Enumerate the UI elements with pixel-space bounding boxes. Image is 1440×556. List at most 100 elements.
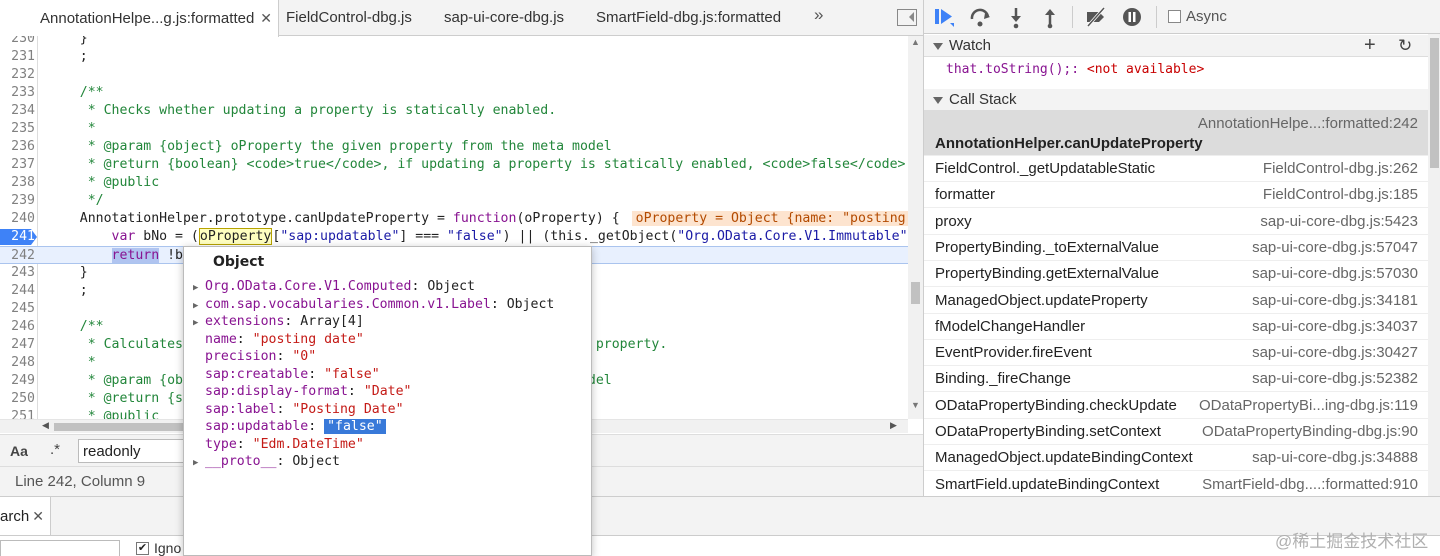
scroll-left-icon[interactable]: ◀ xyxy=(42,420,49,431)
call-frame[interactable]: ODataPropertyBinding.checkUpdate ODataPro… xyxy=(924,393,1428,419)
line-number[interactable]: 230 xyxy=(0,36,35,48)
frame-location[interactable]: AnnotationHelpe...:formatted:242 xyxy=(1198,113,1418,135)
object-property[interactable]: ▶ Org.OData.Core.V1.Computed: Object xyxy=(193,278,475,296)
line-number[interactable]: 236 xyxy=(0,138,35,156)
call-frame[interactable]: PropertyBinding._toExternalValue sap-ui-c… xyxy=(924,235,1428,261)
deactivate-breakpoints-icon[interactable] xyxy=(1084,5,1108,29)
call-frame[interactable]: AnnotationHelper.canUpdateProperty Annota… xyxy=(924,110,1428,156)
call-frame[interactable]: EventProvider.fireEvent sap-ui-core-dbg.j… xyxy=(924,340,1428,367)
line-number[interactable]: 243 xyxy=(0,264,35,282)
frame-location[interactable]: sap-ui-core-dbg.js:5423 xyxy=(1260,209,1418,235)
line-number[interactable]: 241 xyxy=(0,228,35,246)
code-line[interactable]: 231 ; xyxy=(0,48,908,66)
frame-location[interactable]: sap-ui-core-dbg.js:57030 xyxy=(1252,261,1418,287)
call-frame[interactable]: PropertyBinding.getExternalValue sap-ui-c… xyxy=(924,261,1428,288)
resume-icon[interactable] xyxy=(932,5,956,29)
regex-button[interactable]: .* xyxy=(50,441,60,458)
async-checkbox[interactable] xyxy=(1168,10,1181,23)
object-property[interactable]: sap:display-format: "Date" xyxy=(193,383,411,401)
step-out-icon[interactable] xyxy=(1038,5,1062,29)
hovered-token[interactable]: oProperty xyxy=(198,228,273,245)
line-number[interactable]: 240 xyxy=(0,210,35,228)
call-frame[interactable]: formatter FieldControl-dbg.js:185 xyxy=(924,182,1428,209)
object-property[interactable]: name: "posting date" xyxy=(193,331,364,349)
line-number[interactable]: 235 xyxy=(0,120,35,138)
code-line[interactable]: 236 * @param {object} oProperty the give… xyxy=(0,138,908,156)
frame-location[interactable]: sap-ui-core-dbg.js:34888 xyxy=(1252,445,1418,471)
code-line[interactable]: 239 */ xyxy=(0,192,908,210)
add-watch-icon[interactable]: + xyxy=(1364,34,1376,56)
toggle-debugger-icon[interactable] xyxy=(897,9,917,26)
call-frame[interactable]: FieldControl._getUpdatableStatic FieldCon… xyxy=(924,156,1428,182)
tab-smart-field[interactable]: SmartField-dbg.js:formatted xyxy=(596,0,781,36)
watch-header[interactable]: Watch + ↻ xyxy=(924,34,1428,57)
object-property[interactable]: ▶ __proto__: Object xyxy=(193,453,340,471)
line-number[interactable]: 247 xyxy=(0,336,35,354)
frame-location[interactable]: FieldControl-dbg.js:262 xyxy=(1263,156,1418,182)
refresh-icon[interactable]: ↻ xyxy=(1398,35,1412,57)
call-frame[interactable]: proxy sap-ui-core-dbg.js:5423 xyxy=(924,209,1428,235)
frame-location[interactable]: FieldControl-dbg.js:185 xyxy=(1263,182,1418,208)
step-into-icon[interactable] xyxy=(1004,5,1028,29)
close-icon[interactable]: ✕ xyxy=(260,10,272,26)
frame-location[interactable]: sap-ui-core-dbg.js:57047 xyxy=(1252,235,1418,261)
frame-location[interactable]: ODataPropertyBinding-dbg.js:90 xyxy=(1202,419,1418,445)
line-number[interactable]: 237 xyxy=(0,156,35,174)
object-property[interactable]: ▶ extensions: Array[4] xyxy=(193,313,364,331)
call-frame[interactable]: Binding._fireChange sap-ui-core-dbg.js:52… xyxy=(924,366,1428,393)
match-case-button[interactable]: Aa xyxy=(10,443,28,459)
selected-token[interactable]: return xyxy=(111,248,160,263)
code-line[interactable]: 230 } xyxy=(0,36,908,48)
line-number[interactable]: 233 xyxy=(0,84,35,102)
code-line[interactable]: 232 xyxy=(0,66,908,84)
line-number[interactable]: 250 xyxy=(0,390,35,408)
frame-location[interactable]: sap-ui-core-dbg.js:52382 xyxy=(1252,366,1418,392)
call-frame[interactable]: ManagedObject.updateProperty sap-ui-core-… xyxy=(924,288,1428,314)
call-frame[interactable]: ManagedObject.updateBindingContext sap-ui… xyxy=(924,445,1428,472)
line-number[interactable]: 246 xyxy=(0,318,35,336)
line-number[interactable]: 231 xyxy=(0,48,35,66)
call-stack-header[interactable]: Call Stack xyxy=(924,89,1428,111)
tab-field-control[interactable]: FieldControl-dbg.js xyxy=(286,0,412,36)
code-line[interactable]: 233 /** xyxy=(0,84,908,102)
scroll-up-icon[interactable]: ▲ xyxy=(911,37,920,47)
scroll-down-icon[interactable]: ▼ xyxy=(911,400,920,410)
code-line[interactable]: 237 * @return {boolean} <code>true</code… xyxy=(0,156,908,174)
line-number[interactable]: 242 xyxy=(0,247,35,265)
step-over-icon[interactable] xyxy=(968,5,992,29)
line-number[interactable]: 238 xyxy=(0,174,35,192)
call-frame[interactable]: fModelChangeHandler sap-ui-core-dbg.js:34… xyxy=(924,314,1428,340)
ignore-case-checkbox[interactable]: ✔ xyxy=(136,542,149,555)
object-inspect-popover[interactable]: Object ▶ Org.OData.Core.V1.Computed: Obje… xyxy=(183,246,592,556)
frame-location[interactable]: ODataPropertyBi...ing-dbg.js:119 xyxy=(1199,393,1418,419)
tab-sap-ui-core[interactable]: sap-ui-core-dbg.js xyxy=(444,0,564,36)
scroll-thumb[interactable] xyxy=(911,282,920,304)
code-line[interactable]: 235 * xyxy=(0,120,908,138)
watch-expression[interactable]: that.toString();: <not available> xyxy=(946,62,1204,77)
line-number[interactable]: 249 xyxy=(0,372,35,390)
line-number[interactable]: 232 xyxy=(0,66,35,84)
tab-search[interactable]: arch ✕ xyxy=(0,497,51,535)
frame-location[interactable]: sap-ui-core-dbg.js:34181 xyxy=(1252,288,1418,314)
pause-on-exceptions-icon[interactable] xyxy=(1120,5,1144,29)
object-property[interactable]: ▶ com.sap.vocabularies.Common.v1.Label: O… xyxy=(193,296,554,314)
editor-vertical-scrollbar[interactable]: ▲ ▼ xyxy=(908,36,923,419)
line-number[interactable]: 245 xyxy=(0,300,35,318)
line-number[interactable]: 248 xyxy=(0,354,35,372)
close-icon[interactable]: ✕ xyxy=(32,508,44,524)
tab-annotation-helper[interactable]: AnnotationHelpe...g.js:formatted ✕ xyxy=(0,0,280,37)
object-property[interactable]: sap:creatable: "false" xyxy=(193,366,380,384)
code-line[interactable]: 240 AnnotationHelper.prototype.canUpdate… xyxy=(0,210,908,228)
expand-arrow-icon[interactable]: ▶ xyxy=(193,455,205,473)
scroll-thumb[interactable] xyxy=(54,423,184,431)
line-number[interactable]: 234 xyxy=(0,102,35,120)
frame-location[interactable]: sap-ui-core-dbg.js:30427 xyxy=(1252,340,1418,366)
line-number[interactable]: 244 xyxy=(0,282,35,300)
object-property[interactable]: sap:updatable: "false" xyxy=(193,418,386,436)
drawer-search-input[interactable] xyxy=(0,540,120,556)
line-number[interactable]: 239 xyxy=(0,192,35,210)
call-frame[interactable]: SmartField.updateBindingContext SmartFiel… xyxy=(924,472,1428,496)
object-property[interactable]: sap:label: "Posting Date" xyxy=(193,401,404,419)
sidebar-scrollbar[interactable] xyxy=(1428,34,1440,496)
scroll-thumb[interactable] xyxy=(1430,38,1439,168)
